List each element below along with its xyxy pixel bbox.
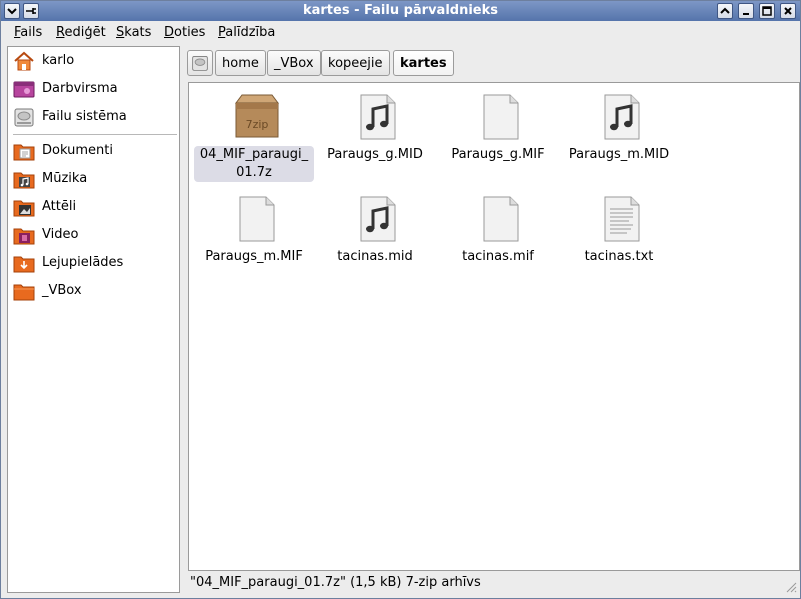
sidebar-item-home[interactable]: karlo — [11, 49, 177, 73]
file-name-line: 04_MIF_paraugi_ — [199, 147, 309, 162]
folder-downloads-icon — [13, 256, 35, 273]
audio-file-icon — [360, 196, 396, 242]
file-name: Paraugs_m.MID — [568, 147, 670, 162]
path-segment-kartes[interactable]: kartes — [393, 50, 454, 76]
archive-7zip-icon: 7zip — [235, 94, 279, 138]
folder-icon — [13, 284, 35, 301]
desktop-icon — [13, 81, 35, 98]
sidebar-item-label: Attēli — [42, 199, 77, 214]
folder-music-icon — [13, 172, 35, 189]
sidebar-item-music[interactable]: Mūzika — [11, 167, 177, 191]
minimize-button[interactable] — [738, 3, 754, 19]
sidebar-item-downloads[interactable]: Lejupielādes — [11, 251, 177, 275]
sidebar-item-video[interactable]: Video — [11, 223, 177, 247]
sidebar-item-label: Darbvirsma — [42, 81, 118, 96]
file-name: tacinas.mid — [337, 249, 413, 264]
file-item[interactable]: Paraugs_m.MIF — [194, 185, 314, 281]
file-item[interactable]: Paraugs_g.MID — [315, 83, 435, 179]
close-button[interactable] — [780, 3, 796, 19]
file-item[interactable]: Paraugs_g.MIF — [438, 83, 558, 179]
folder-documents-icon — [13, 144, 35, 161]
blank-file-icon — [239, 196, 275, 242]
sidebar-item-label: Failu sistēma — [42, 109, 127, 124]
window-title: kartes - Failu pārvaldnieks — [302, 3, 499, 18]
roll-up-button[interactable] — [717, 3, 733, 19]
file-item[interactable]: tacinas.mif — [438, 185, 558, 281]
blank-file-icon — [483, 196, 519, 242]
menu-bar: Fails Rediģēt Skats Doties Palīdzība — [1, 21, 800, 44]
sidebar-separator — [13, 134, 177, 135]
menu-help[interactable]: Palīdzība — [218, 25, 275, 40]
path-segment-kopeejie[interactable]: kopeejie — [321, 50, 390, 76]
file-item[interactable]: 7zip 04_MIF_paraugi_ 01.7z — [194, 83, 314, 182]
drive-icon — [192, 56, 208, 71]
minimize-icon — [743, 13, 749, 15]
file-name-line: 01.7z — [236, 165, 272, 180]
file-name: 04_MIF_paraugi_ 01.7z — [194, 146, 314, 182]
close-icon — [784, 7, 792, 15]
sidebar-item-label: Dokumenti — [42, 143, 113, 158]
resize-grip-icon[interactable] — [785, 581, 797, 593]
sidebar-item-documents[interactable]: Dokumenti — [11, 139, 177, 163]
sidebar-item-label: Mūzika — [42, 171, 88, 186]
file-view[interactable]: 7zip 04_MIF_paraugi_ 01.7z Paraugs_g.MID… — [188, 82, 800, 571]
path-root-button[interactable] — [187, 50, 213, 76]
file-name: Paraugs_g.MID — [327, 147, 423, 162]
file-item[interactable]: tacinas.txt — [559, 185, 679, 281]
audio-file-icon — [604, 94, 640, 140]
maximize-button[interactable] — [759, 3, 775, 19]
file-name: tacinas.txt — [584, 249, 654, 264]
drive-icon — [14, 108, 34, 127]
status-text: "04_MIF_paraugi_01.7z" (1,5 kB) 7-zip ar… — [190, 575, 481, 590]
file-name: tacinas.mif — [462, 249, 534, 264]
status-bar: "04_MIF_paraugi_01.7z" (1,5 kB) 7-zip ar… — [187, 573, 799, 595]
file-item[interactable]: Paraugs_m.MID — [559, 83, 679, 179]
menu-file[interactable]: Fails — [14, 25, 42, 40]
title-bar[interactable]: kartes - Failu pārvaldnieks — [1, 1, 800, 21]
text-file-icon — [604, 196, 640, 242]
sidebar-item-desktop[interactable]: Darbvirsma — [11, 77, 177, 101]
sidebar-item-filesystem[interactable]: Failu sistēma — [11, 105, 177, 129]
file-item[interactable]: tacinas.mid — [315, 185, 435, 281]
menu-view[interactable]: Skats — [116, 25, 151, 40]
menu-edit[interactable]: Rediģēt — [56, 25, 106, 40]
sidebar: karlo Darbvirsma Failu sistēma Dokumenti… — [7, 46, 180, 593]
maximize-icon — [762, 6, 772, 16]
file-name: Paraugs_m.MIF — [205, 249, 303, 264]
home-icon — [14, 51, 34, 71]
sidebar-item-label: _VBox — [42, 283, 82, 298]
svg-text:7zip: 7zip — [246, 118, 269, 131]
sidebar-item-label: Lejupielādes — [42, 255, 124, 270]
sidebar-item-label: Video — [42, 227, 79, 242]
path-segment-vbox[interactable]: _VBox — [267, 50, 321, 76]
sidebar-item-vbox[interactable]: _VBox — [11, 279, 177, 303]
path-segment-home[interactable]: home — [215, 50, 266, 76]
folder-video-icon — [13, 228, 35, 245]
blank-file-icon — [483, 94, 519, 140]
chevron-up-icon — [720, 7, 730, 14]
file-manager-window: kartes - Failu pārvaldnieks Fails Rediģē… — [0, 0, 801, 599]
sidebar-item-label: karlo — [42, 53, 75, 68]
audio-file-icon — [360, 94, 396, 140]
menu-go[interactable]: Doties — [164, 25, 205, 40]
folder-pictures-icon — [13, 200, 35, 217]
file-name: Paraugs_g.MIF — [451, 147, 545, 162]
sidebar-item-pictures[interactable]: Attēli — [11, 195, 177, 219]
